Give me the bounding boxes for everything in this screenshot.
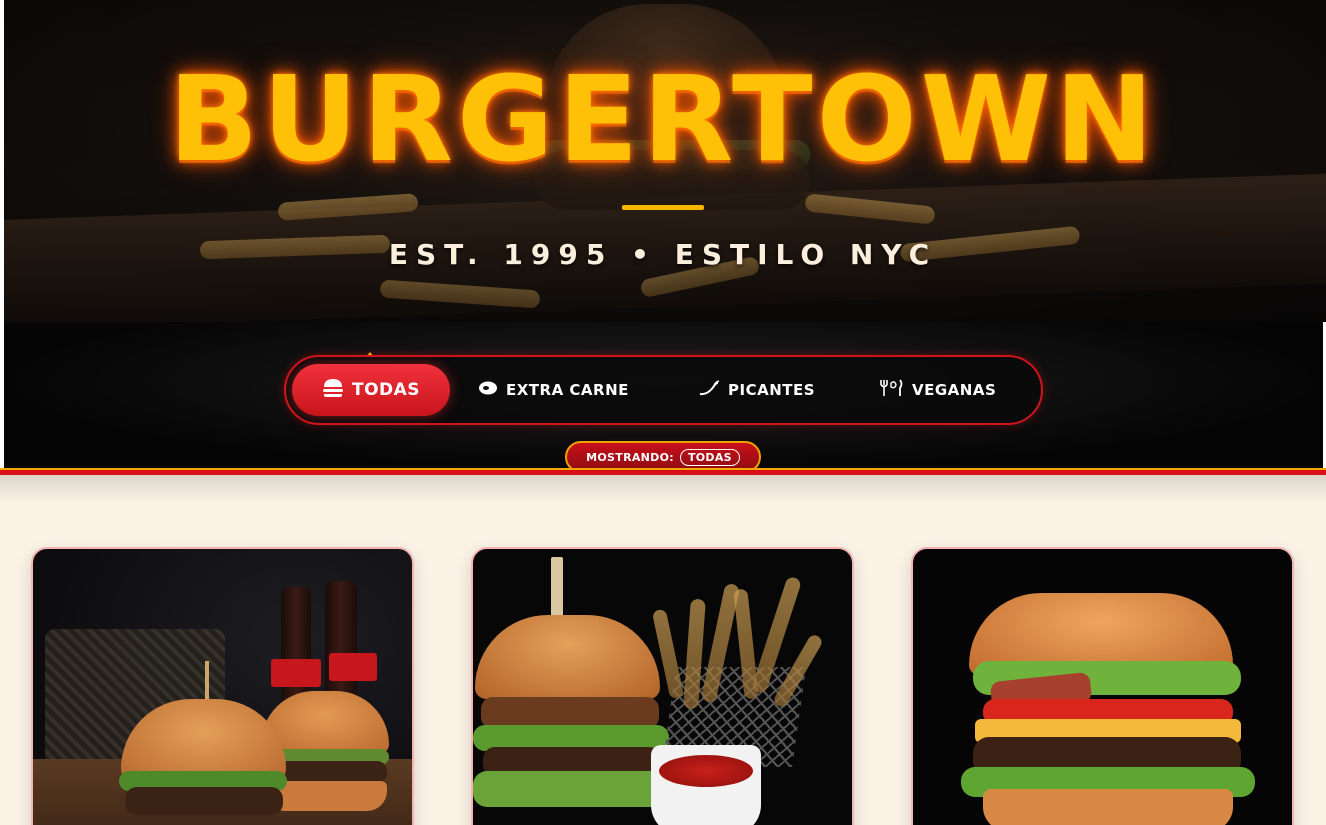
tab-extra-carne[interactable]: EXTRA CARNE <box>462 364 645 416</box>
tab-veganas[interactable]: VEGANAS <box>862 364 1012 416</box>
burger-bun-illustration <box>475 615 660 699</box>
status-label: MOSTRANDO: <box>586 450 674 464</box>
product-card[interactable] <box>31 547 414 825</box>
tab-label: EXTRA CARNE <box>506 381 629 399</box>
utensils-icon <box>878 379 904 401</box>
ketchup-illustration <box>659 755 753 787</box>
status-value: TODAS <box>679 448 740 466</box>
cola-label-illustration <box>329 653 377 681</box>
tab-label: TODAS <box>351 380 421 400</box>
filter-tabs: TODAS EXTRA CARNE PICANTES VEGANAS <box>284 355 1043 425</box>
header-stripe <box>0 468 1326 475</box>
hero-banner: BURGERTOWN EST. 1995 • ESTILO NYC <box>0 0 1326 322</box>
product-card[interactable] <box>911 547 1294 825</box>
burger-icon <box>322 378 344 402</box>
brand-title: BURGERTOWN <box>168 50 1158 188</box>
chili-pepper-icon <box>698 380 720 400</box>
burger-lettuce-illustration <box>473 771 673 807</box>
brand-tagline: EST. 1995 • ESTILO NYC <box>388 238 938 271</box>
tab-todas[interactable]: TODAS <box>292 364 450 416</box>
tab-label: PICANTES <box>728 381 816 399</box>
title-divider <box>622 205 704 210</box>
tab-picantes[interactable]: PICANTES <box>682 364 831 416</box>
filter-bar: TODAS EXTRA CARNE PICANTES VEGANAS MOSTR… <box>0 322 1326 473</box>
product-card[interactable] <box>471 547 854 825</box>
burger-bun-illustration <box>983 789 1233 825</box>
skewer-illustration <box>551 557 563 621</box>
cola-label-illustration <box>271 659 321 687</box>
meat-icon <box>478 380 498 400</box>
tab-label: VEGANAS <box>912 381 997 399</box>
header-stripe-shadow <box>0 475 1326 505</box>
burger-patty-illustration <box>125 787 283 815</box>
page-edge <box>0 322 4 470</box>
